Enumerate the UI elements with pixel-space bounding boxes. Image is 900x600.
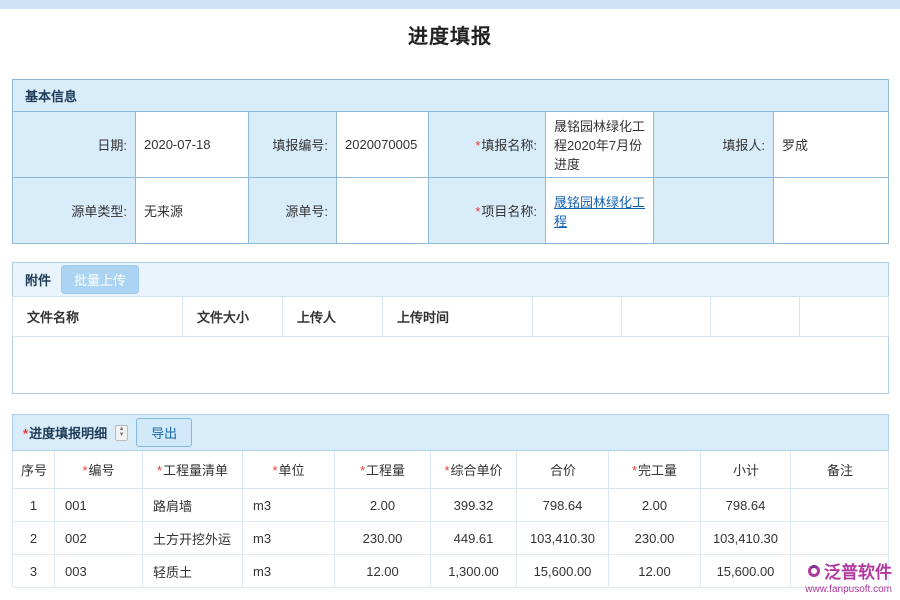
col-header-boq: *工程量清单 — [143, 451, 243, 489]
cell-remark — [791, 489, 889, 522]
cell-boq: 轻质土 — [143, 555, 243, 588]
cell-remark — [791, 522, 889, 555]
attachments-header-row: 文件名称 文件大小 上传人 上传时间 — [13, 297, 889, 337]
col-header-empty — [533, 297, 622, 337]
col-header-empty — [711, 297, 800, 337]
cell-subtotal: 798.64 — [701, 489, 791, 522]
empty-value-cell — [774, 178, 889, 244]
cell-boq: 土方开挖外运 — [143, 522, 243, 555]
cell-seq: 3 — [13, 555, 55, 588]
col-header-code: *编号 — [55, 451, 143, 489]
col-header-quantity: *工程量 — [335, 451, 431, 489]
col-header-empty — [800, 297, 889, 337]
basic-info-header-row: 基本信息 — [13, 80, 889, 112]
col-header-subtotal: 小计 — [701, 451, 791, 489]
required-asterisk: * — [475, 204, 480, 219]
progress-detail-title-row: *进度填报明细 ▲▼ 导出 — [13, 415, 889, 451]
basic-info-section-title: 基本信息 — [13, 80, 889, 112]
basic-info-row-2: 源单类型: 无来源 源单号: *项目名称: 晟铭园林绿化工程 — [13, 178, 889, 244]
project-name-link[interactable]: 晟铭园林绿化工程 — [554, 195, 645, 229]
source-no-label: 源单号: — [249, 178, 337, 244]
attachments-table: 附件 批量上传 文件名称 文件大小 上传人 上传时间 — [12, 262, 889, 394]
report-name-label: *填报名称: — [429, 112, 546, 178]
required-asterisk: * — [475, 138, 480, 153]
top-strip — [0, 0, 900, 9]
cell-total-price: 15,600.00 — [517, 555, 609, 588]
attachments-empty-area — [13, 337, 889, 394]
date-value: 2020-07-18 — [136, 112, 249, 178]
required-asterisk: * — [23, 426, 28, 441]
report-no-label: 填报编号: — [249, 112, 337, 178]
date-label: 日期: — [13, 112, 136, 178]
progress-detail-table: *进度填报明细 ▲▼ 导出 序号 *编号 *工程量清单 *单位 *工程量 *综合… — [12, 414, 889, 588]
cell-unit-price: 1,300.00 — [431, 555, 517, 588]
cell-boq: 路肩墙 — [143, 489, 243, 522]
sort-spinner-icon[interactable]: ▲▼ — [115, 425, 128, 441]
cell-unit-price: 449.61 — [431, 522, 517, 555]
cell-quantity: 12.00 — [335, 555, 431, 588]
cell-total-price: 798.64 — [517, 489, 609, 522]
project-name-label: *项目名称: — [429, 178, 546, 244]
brand-watermark: 泛普软件 www.fanpusoft.com — [805, 558, 892, 595]
progress-detail-header-row: 序号 *编号 *工程量清单 *单位 *工程量 *综合单价 合价 *完工量 小计 … — [13, 451, 889, 489]
source-no-value — [337, 178, 429, 244]
col-header-unit-price: *综合单价 — [431, 451, 517, 489]
col-header-total-price: 合价 — [517, 451, 609, 489]
col-header-remark: 备注 — [791, 451, 889, 489]
cell-unit: m3 — [243, 522, 335, 555]
col-header-seq: 序号 — [13, 451, 55, 489]
cell-unit: m3 — [243, 555, 335, 588]
col-header-file-size: 文件大小 — [183, 297, 283, 337]
col-header-upload-time: 上传时间 — [383, 297, 533, 337]
page-title: 进度填报 — [0, 23, 900, 51]
col-header-completed-qty: *完工量 — [609, 451, 701, 489]
empty-label-cell — [654, 178, 774, 244]
cell-subtotal: 15,600.00 — [701, 555, 791, 588]
attachments-section-title: 附件 — [25, 270, 51, 289]
source-type-value: 无来源 — [136, 178, 249, 244]
cell-subtotal: 103,410.30 — [701, 522, 791, 555]
cell-completed-qty: 12.00 — [609, 555, 701, 588]
project-name-value: 晟铭园林绿化工程 — [546, 178, 654, 244]
cell-quantity: 230.00 — [335, 522, 431, 555]
cell-code: 002 — [55, 522, 143, 555]
basic-info-table: 基本信息 日期: 2020-07-18 填报编号: 2020070005 *填报… — [12, 79, 889, 244]
cell-unit-price: 399.32 — [431, 489, 517, 522]
progress-detail-section-title: *进度填报明细 — [23, 423, 107, 442]
table-row: 1 001 路肩墙 m3 2.00 399.32 798.64 2.00 798… — [13, 489, 889, 522]
col-header-uploader: 上传人 — [283, 297, 383, 337]
table-row: 2 002 土方开挖外运 m3 230.00 449.61 103,410.30… — [13, 522, 889, 555]
cell-code: 001 — [55, 489, 143, 522]
col-header-empty — [622, 297, 711, 337]
source-type-label: 源单类型: — [13, 178, 136, 244]
cell-unit: m3 — [243, 489, 335, 522]
cell-total-price: 103,410.30 — [517, 522, 609, 555]
cell-completed-qty: 2.00 — [609, 489, 701, 522]
report-no-value: 2020070005 — [337, 112, 429, 178]
cell-seq: 2 — [13, 522, 55, 555]
cell-completed-qty: 230.00 — [609, 522, 701, 555]
batch-upload-button[interactable]: 批量上传 — [61, 265, 139, 294]
fanpu-logo-icon — [808, 565, 820, 577]
col-header-unit: *单位 — [243, 451, 335, 489]
export-button[interactable]: 导出 — [136, 418, 192, 447]
cell-quantity: 2.00 — [335, 489, 431, 522]
cell-code: 003 — [55, 555, 143, 588]
reporter-value: 罗成 — [774, 112, 889, 178]
basic-info-row-1: 日期: 2020-07-18 填报编号: 2020070005 *填报名称: 晟… — [13, 112, 889, 178]
brand-url: www.fanpusoft.com — [805, 584, 892, 595]
attachments-title-row: 附件 批量上传 — [13, 263, 889, 297]
brand-name: 泛普软件 — [824, 558, 892, 583]
reporter-label: 填报人: — [654, 112, 774, 178]
report-name-value: 晟铭园林绿化工程2020年7月份进度 — [546, 112, 654, 178]
table-row: 3 003 轻质土 m3 12.00 1,300.00 15,600.00 12… — [13, 555, 889, 588]
col-header-file-name: 文件名称 — [13, 297, 183, 337]
cell-seq: 1 — [13, 489, 55, 522]
